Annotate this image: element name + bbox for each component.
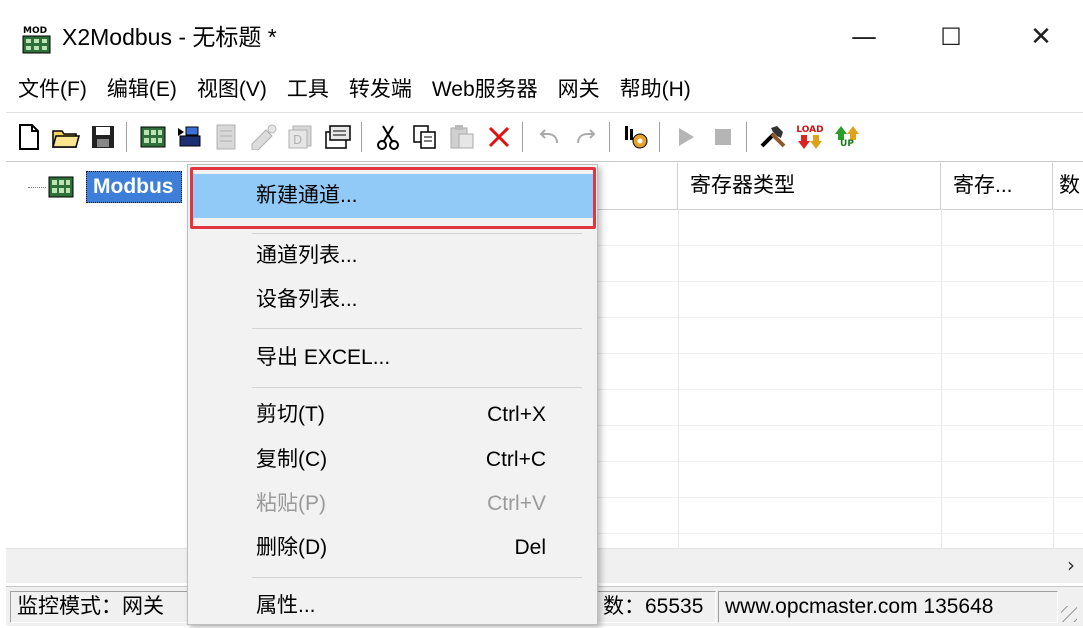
open-folder-icon[interactable] xyxy=(49,120,83,154)
properties-icon[interactable] xyxy=(321,120,355,154)
resize-grip[interactable] xyxy=(1061,606,1077,622)
column-header-register-type[interactable]: 寄存器类型 xyxy=(678,163,941,209)
paste-icon[interactable] xyxy=(445,120,479,154)
menu-item-label: 通道列表... xyxy=(256,244,358,267)
menu-edit[interactable]: 编辑(E) xyxy=(97,75,187,105)
add-tag-icon[interactable] xyxy=(247,120,281,154)
cut-icon[interactable] xyxy=(371,120,405,154)
close-button[interactable]: ✕ xyxy=(1021,18,1061,56)
menu-item-label: 设备列表... xyxy=(256,288,358,311)
menu-item-delete[interactable]: 删除(D) Del xyxy=(192,526,593,570)
menu-item-paste[interactable]: 粘贴(P) Ctrl+V xyxy=(192,482,593,526)
menu-item-shortcut: Ctrl+X xyxy=(487,403,546,426)
menu-view[interactable]: 视图(V) xyxy=(187,75,277,105)
menu-forwarder[interactable]: 转发端 xyxy=(339,75,422,105)
menu-item-export-excel[interactable]: 导出 EXCEL... xyxy=(192,336,593,380)
menu-file[interactable]: 文件(F) xyxy=(6,75,97,105)
context-menu: 新建通道... 通道列表... 设备列表... 导出 EXCEL... 剪切(T… xyxy=(187,164,598,625)
stop-icon[interactable] xyxy=(706,120,740,154)
menu-item-properties[interactable]: 属性... xyxy=(192,584,593,628)
tree-connector xyxy=(28,187,46,188)
scroll-right-icon[interactable]: › xyxy=(1067,553,1075,577)
toolbar-separator xyxy=(746,122,750,152)
tree-pane: Modbus xyxy=(6,163,193,583)
batch-tag-icon[interactable]: D xyxy=(284,120,318,154)
column-header-data[interactable]: 数 xyxy=(1053,163,1083,209)
menu-item-channel-list[interactable]: 通道列表... xyxy=(192,234,593,278)
modbus-node-icon xyxy=(48,176,74,198)
menu-item-shortcut: Ctrl+V xyxy=(487,492,546,515)
title-bar: MOD X2Modbus - 无标题 * — ☐ ✕ xyxy=(6,8,1083,66)
menu-separator xyxy=(252,577,582,578)
toolbar: D LOAD UP xyxy=(6,112,1083,162)
menu-item-label: 导出 EXCEL... xyxy=(256,346,391,369)
save-icon[interactable] xyxy=(86,120,120,154)
menu-item-label: 粘贴(P) xyxy=(256,492,326,515)
delete-icon[interactable] xyxy=(482,120,516,154)
menu-item-cut[interactable]: 剪切(T) Ctrl+X xyxy=(192,393,593,437)
menu-separator xyxy=(252,387,582,388)
tree-node-modbus[interactable]: Modbus xyxy=(86,171,183,203)
menu-item-device-list[interactable]: 设备列表... xyxy=(192,278,593,322)
menu-item-copy[interactable]: 复制(C) Ctrl+C xyxy=(192,438,593,482)
menu-bar: 文件(F) 编辑(E) 视图(V) 工具 转发端 Web服务器 网关 帮助(H) xyxy=(6,70,1083,110)
status-mode: 监控模式：网关 xyxy=(10,591,188,623)
menu-item-label: 属性... xyxy=(256,594,316,617)
tools-icon[interactable] xyxy=(756,120,790,154)
undo-icon[interactable] xyxy=(532,120,566,154)
menu-item-shortcut: Ctrl+C xyxy=(485,448,546,471)
window-title: X2Modbus - 无标题 * xyxy=(62,24,277,50)
upload-icon[interactable]: UP xyxy=(830,120,864,154)
menu-gateway[interactable]: 网关 xyxy=(548,75,610,105)
status-website: www.opcmaster.com 135648 xyxy=(718,591,1058,623)
toolbar-separator xyxy=(659,122,663,152)
highlight-annotation-box xyxy=(190,167,596,229)
menu-web-server[interactable]: Web服务器 xyxy=(422,75,548,105)
menu-tools[interactable]: 工具 xyxy=(277,75,339,105)
column-header-register[interactable]: 寄存... xyxy=(941,163,1053,209)
svg-text:MOD: MOD xyxy=(23,26,47,36)
menu-separator xyxy=(252,328,582,329)
status-count: 数：65535 xyxy=(596,591,716,623)
menu-item-label: 复制(C) xyxy=(256,448,328,471)
menu-item-label: 剪切(T) xyxy=(256,403,325,426)
up-text: UP xyxy=(840,138,854,149)
settings-run-icon[interactable] xyxy=(619,120,653,154)
start-icon[interactable] xyxy=(669,120,703,154)
toolbar-separator xyxy=(522,122,526,152)
copy-icon[interactable] xyxy=(408,120,442,154)
new-file-icon[interactable] xyxy=(12,120,46,154)
redo-icon[interactable] xyxy=(569,120,603,154)
device-list-icon[interactable] xyxy=(210,120,244,154)
device-icon[interactable] xyxy=(173,120,207,154)
menu-help[interactable]: 帮助(H) xyxy=(610,75,701,105)
maximize-button[interactable]: ☐ xyxy=(931,18,971,56)
channel-icon[interactable] xyxy=(136,120,170,154)
toolbar-separator xyxy=(361,122,365,152)
svg-text:D: D xyxy=(293,133,302,147)
toolbar-separator xyxy=(126,122,130,152)
menu-item-label: 删除(D) xyxy=(256,536,328,559)
modbus-app-icon: MOD xyxy=(22,26,51,54)
toolbar-separator xyxy=(609,122,613,152)
minimize-button[interactable]: — xyxy=(844,18,884,56)
load-icon[interactable]: LOAD xyxy=(793,120,827,154)
load-text: LOAD xyxy=(796,124,824,135)
menu-item-shortcut: Del xyxy=(514,536,546,559)
